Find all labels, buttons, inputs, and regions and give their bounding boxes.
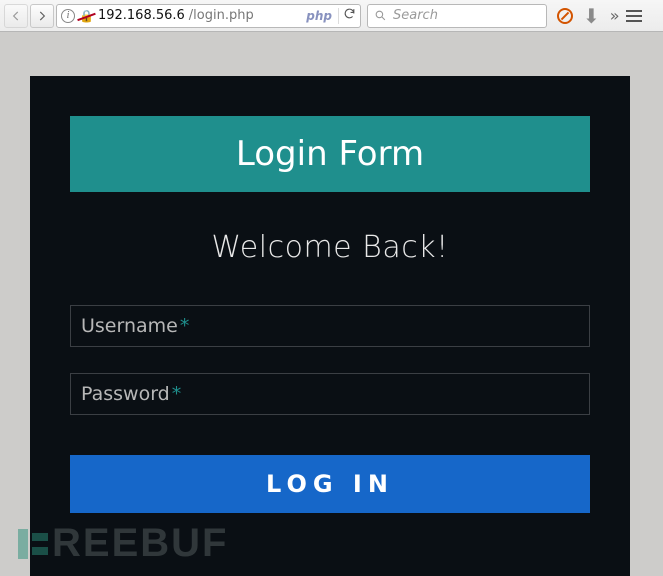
php-badge: php (306, 9, 334, 23)
reload-button[interactable] (343, 7, 356, 24)
required-asterisk: * (172, 383, 182, 405)
username-field[interactable]: Username* (70, 305, 590, 347)
arrow-right-icon (35, 9, 49, 23)
menu-button[interactable] (626, 10, 642, 22)
login-header: Login Form (70, 116, 590, 192)
forward-button[interactable] (30, 4, 54, 28)
url-path: /login.php (189, 8, 254, 23)
password-field[interactable]: Password* (70, 373, 590, 415)
search-placeholder: Search (393, 8, 438, 23)
reload-icon (343, 7, 356, 20)
password-label: Password (81, 383, 170, 405)
page-viewport: Login Form Welcome Back! Username* Passw… (0, 32, 663, 576)
search-bar[interactable]: Search (367, 4, 547, 28)
welcome-text: Welcome Back! (70, 230, 590, 265)
required-asterisk: * (180, 315, 190, 337)
addr-divider (338, 8, 339, 24)
search-icon (374, 9, 387, 22)
login-button-label: LOG IN (266, 470, 394, 498)
info-icon[interactable]: i (61, 9, 75, 23)
login-button[interactable]: LOG IN (70, 455, 590, 513)
back-button[interactable] (4, 4, 28, 28)
overflow-button[interactable]: » (610, 6, 616, 25)
username-label: Username (81, 315, 178, 337)
toolbar-extra: ⬇ » (557, 6, 616, 26)
address-bar[interactable]: i 🔒 192.168.56.6/login.php php (56, 4, 361, 28)
downloads-button[interactable]: ⬇ (583, 6, 600, 26)
noscript-icon[interactable] (557, 8, 573, 24)
url-host: 192.168.56.6 (98, 8, 185, 23)
arrow-left-icon (9, 9, 23, 23)
insecure-icon: 🔒 (79, 9, 94, 23)
login-card: Login Form Welcome Back! Username* Passw… (30, 76, 630, 576)
browser-toolbar: i 🔒 192.168.56.6/login.php php Search ⬇ … (0, 0, 663, 32)
